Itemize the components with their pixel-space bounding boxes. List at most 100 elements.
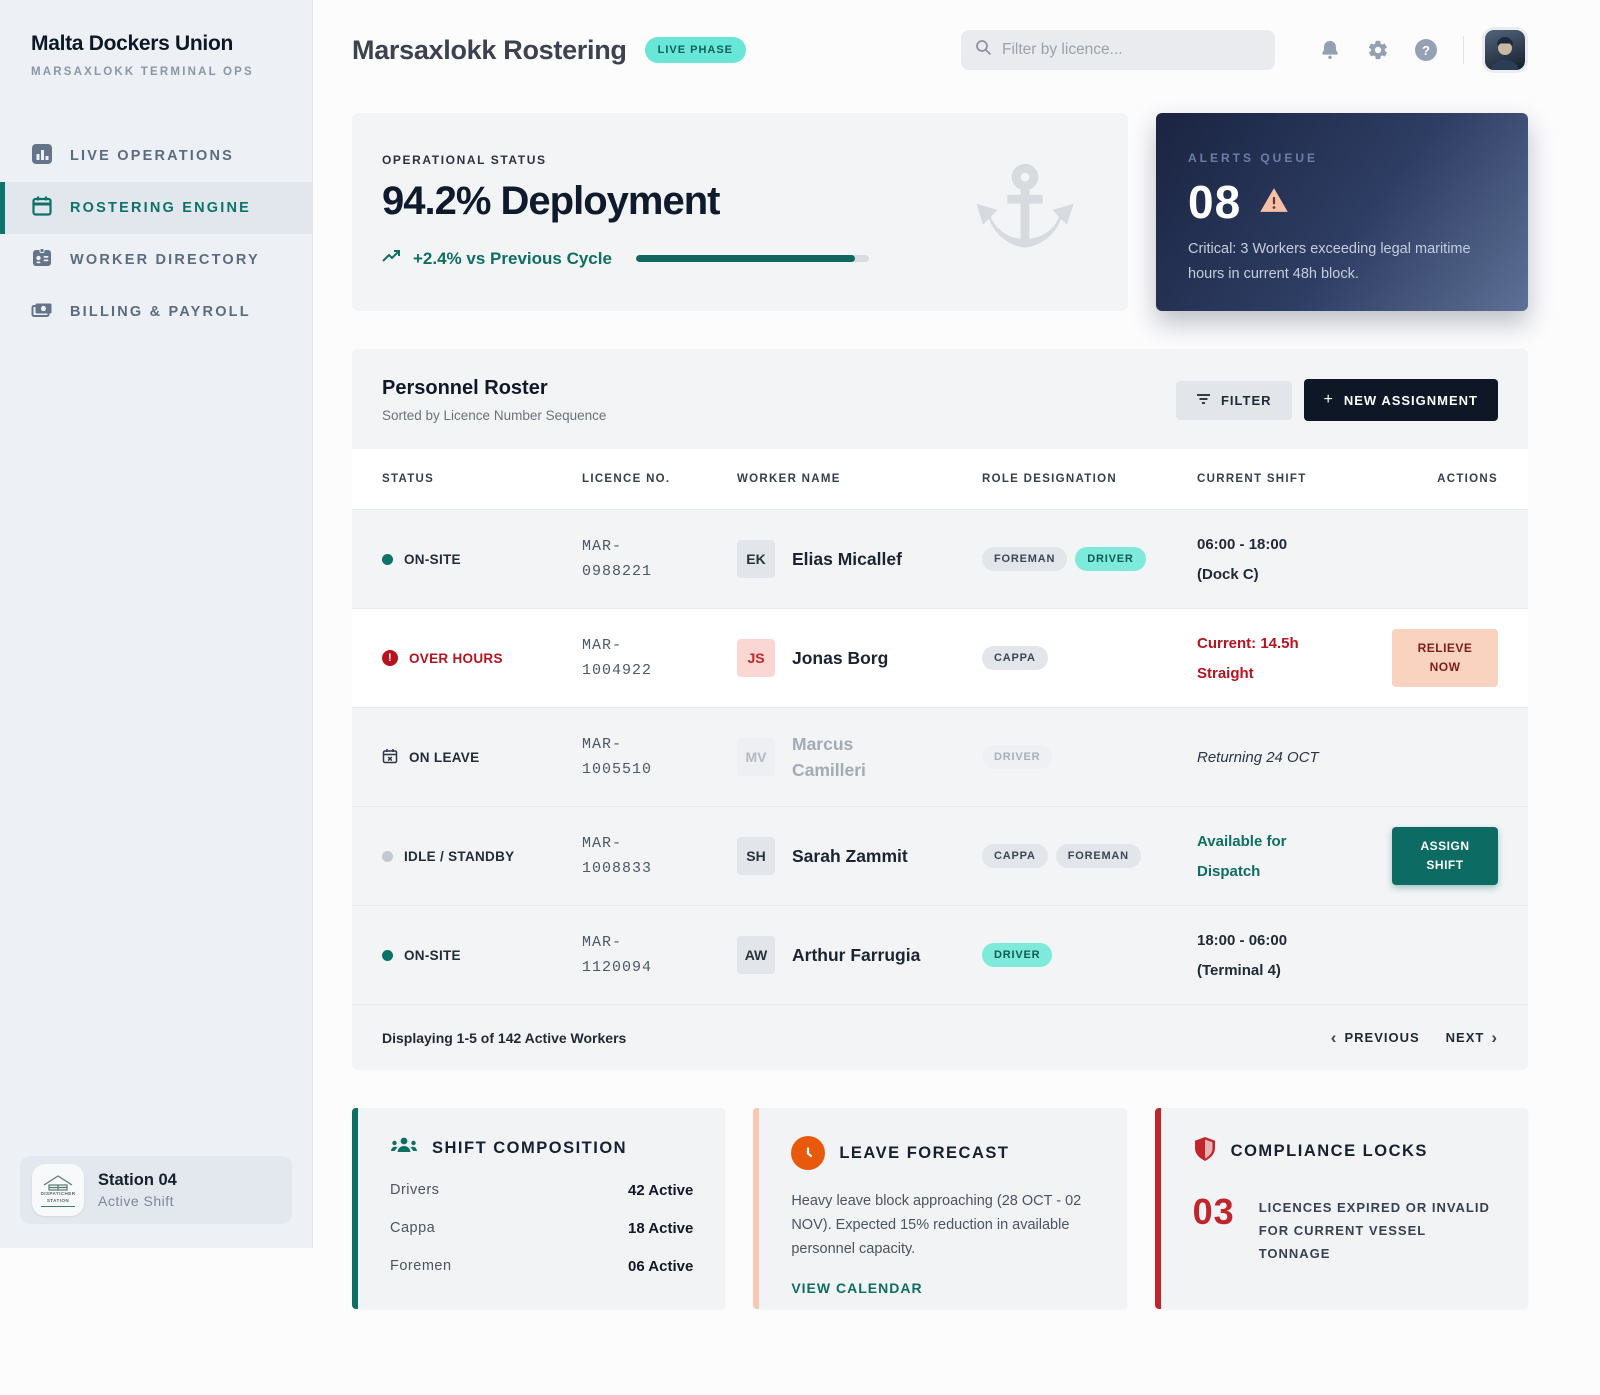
dispatcher-station-stamp-icon: DISPATICHER STATION	[32, 1164, 84, 1216]
next-label: NEXT	[1445, 1030, 1485, 1045]
shift-time: 06:00 - 18:00	[1197, 535, 1288, 553]
new-assignment-button[interactable]: + NEW ASSIGNMENT	[1303, 379, 1498, 421]
delta-text: +2.4% vs Previous Cycle	[413, 248, 612, 268]
bell-icon[interactable]	[1319, 39, 1341, 61]
role-pill: DRIVER	[982, 943, 1053, 967]
onsite-dot-icon	[382, 553, 393, 565]
summary-cards: SHIFT COMPOSITION Drivers 42 Active Capp…	[352, 1108, 1528, 1309]
action-label: ASSIGN	[1420, 838, 1470, 853]
org-name: Malta Dockers Union	[31, 32, 234, 55]
operational-status-card: OPERATIONAL STATUS 94.2% Deployment +2.4…	[352, 113, 1128, 311]
station-status: Active Shift	[98, 1193, 175, 1209]
licence-cell: MAR- 1005510	[582, 732, 737, 783]
table-row: ON LEAVE MAR- 1005510 MV Marcus Camiller…	[352, 707, 1528, 806]
sidebar-item-live-operations[interactable]: LIVE OPERATIONS	[0, 130, 312, 182]
shift-cell: Available for Dispatch	[1197, 831, 1392, 882]
help-icon[interactable]: ?	[1415, 39, 1437, 61]
licence-number: 1008833	[582, 860, 653, 877]
sidebar: Malta Dockers Union MARSAXLOKK TERMINAL …	[0, 0, 313, 1248]
action-label: NOW	[1429, 660, 1461, 674]
licence-prefix: MAR-	[582, 636, 623, 654]
licence-number: 1004922	[582, 662, 653, 679]
filter-icon	[1196, 393, 1211, 408]
id-badge-icon	[31, 247, 53, 273]
licence-cell: MAR- 0988221	[582, 534, 737, 585]
shift-availability: Available for	[1197, 832, 1287, 850]
roles-cell: DRIVER	[982, 745, 1197, 769]
next-button[interactable]: NEXT ›	[1446, 1029, 1498, 1046]
alerts-count-row: 08	[1188, 175, 1496, 229]
licence-prefix: MAR-	[582, 834, 623, 852]
calendar-icon	[31, 195, 53, 221]
table-row: IDLE / STANDBY MAR- 1008833 SH Sarah Zam…	[352, 806, 1528, 905]
sidebar-item-label: ROSTERING ENGINE	[70, 200, 252, 216]
table-header-row: STATUS LICENCE NO. WORKER NAME ROLE DESI…	[352, 449, 1528, 509]
composition-row: Foremen 06 Active	[390, 1258, 693, 1275]
role-pill: CAPPA	[982, 646, 1048, 670]
sidebar-item-rostering-engine[interactable]: ROSTERING ENGINE	[0, 182, 312, 234]
role-pill: DRIVER	[982, 745, 1053, 769]
table-row: ON-SITE MAR- 0988221 EK Elias Micallef F…	[352, 509, 1528, 608]
search-box[interactable]	[961, 30, 1275, 70]
licence-prefix: MAR-	[582, 735, 623, 753]
licence-prefix: MAR-	[582, 537, 623, 555]
status-text: ON-SITE	[404, 551, 461, 567]
sidebar-item-worker-directory[interactable]: WORKER DIRECTORY	[0, 234, 312, 286]
top-cards: OPERATIONAL STATUS 94.2% Deployment +2.4…	[352, 113, 1528, 311]
column-header-role: ROLE DESIGNATION	[982, 473, 1117, 485]
worker-name: Jonas Borg	[792, 647, 889, 668]
user-avatar[interactable]	[1482, 27, 1528, 73]
shift-location: Straight	[1197, 664, 1254, 682]
shift-time: 18:00 - 06:00	[1197, 931, 1288, 949]
shift-location: (Dock C)	[1197, 565, 1259, 583]
shift-composition-title: SHIFT COMPOSITION	[432, 1139, 628, 1157]
compliance-locks-title: COMPLIANCE LOCKS	[1230, 1142, 1428, 1160]
worker-name: Sarah Zammit	[792, 845, 908, 866]
new-assignment-label: NEW ASSIGNMENT	[1343, 392, 1478, 408]
topbar-divider	[1463, 36, 1464, 64]
shift-note: Returning 24 OCT	[1197, 748, 1319, 766]
sidebar-item-label: WORKER DIRECTORY	[70, 252, 260, 268]
relieve-now-button[interactable]: RELIEVE NOW	[1392, 628, 1498, 688]
column-header-status: STATUS	[382, 473, 435, 485]
topbar-icons: ?	[1319, 39, 1437, 61]
roster-header: Personnel Roster Sorted by Licence Numbe…	[352, 349, 1528, 449]
column-header-worker: WORKER NAME	[737, 473, 841, 485]
worker-cell: MV Marcus Camilleri	[737, 731, 982, 784]
search-input[interactable]	[1002, 41, 1261, 59]
status-cell: IDLE / STANDBY	[382, 849, 582, 864]
shift-cell: Returning 24 OCT	[1197, 747, 1392, 768]
role-pill: DRIVER	[1075, 547, 1146, 571]
worker-cell: JS Jonas Borg	[737, 639, 982, 677]
roles-cell: CAPPA FOREMAN	[982, 844, 1197, 868]
gear-icon[interactable]	[1367, 39, 1389, 61]
pagination: ‹ PREVIOUS NEXT ›	[1331, 1029, 1498, 1046]
licence-prefix: MAR-	[582, 933, 623, 951]
sidebar-item-label: BILLING & PAYROLL	[70, 304, 251, 320]
composition-row: Drivers 42 Active	[390, 1182, 693, 1199]
licence-cell: MAR- 1120094	[582, 930, 737, 981]
sidebar-item-billing-payroll[interactable]: BILLING & PAYROLL	[0, 286, 312, 338]
composition-label: Cappa	[390, 1220, 436, 1236]
worker-name: Marcus Camilleri	[792, 733, 866, 780]
role-pill: CAPPA	[982, 844, 1048, 868]
topbar: Marsaxlokk Rostering LIVE PHASE ?	[352, 0, 1528, 73]
assign-shift-button[interactable]: ASSIGN SHIFT	[1392, 826, 1498, 886]
roster-footer: Displaying 1-5 of 142 Active Workers ‹ P…	[352, 1004, 1528, 1070]
licence-number: 1120094	[582, 959, 653, 976]
table-row: ON-SITE MAR- 1120094 AW Arthur Farrugia …	[352, 905, 1528, 1004]
anchor-icon	[972, 155, 1078, 266]
compliance-locks-card: COMPLIANCE LOCKS 03 LICENCES EXPIRED OR …	[1154, 1108, 1528, 1309]
previous-button[interactable]: ‹ PREVIOUS	[1331, 1029, 1420, 1046]
status-text: ON LEAVE	[409, 749, 480, 765]
alerts-count: 08	[1188, 176, 1242, 228]
status-cell: ON-SITE	[382, 552, 582, 567]
leave-forecast-card: LEAVE FORECAST Heavy leave block approac…	[753, 1108, 1127, 1309]
shift-availability: Dispatch	[1197, 862, 1261, 880]
page-title: Marsaxlokk Rostering	[352, 34, 627, 65]
previous-label: PREVIOUS	[1344, 1030, 1420, 1045]
worker-name: Arthur Farrugia	[792, 944, 921, 965]
filter-button[interactable]: FILTER	[1175, 380, 1292, 420]
view-calendar-link[interactable]: VIEW CALENDAR	[791, 1280, 1094, 1296]
roles-cell: FOREMAN DRIVER	[982, 547, 1197, 571]
